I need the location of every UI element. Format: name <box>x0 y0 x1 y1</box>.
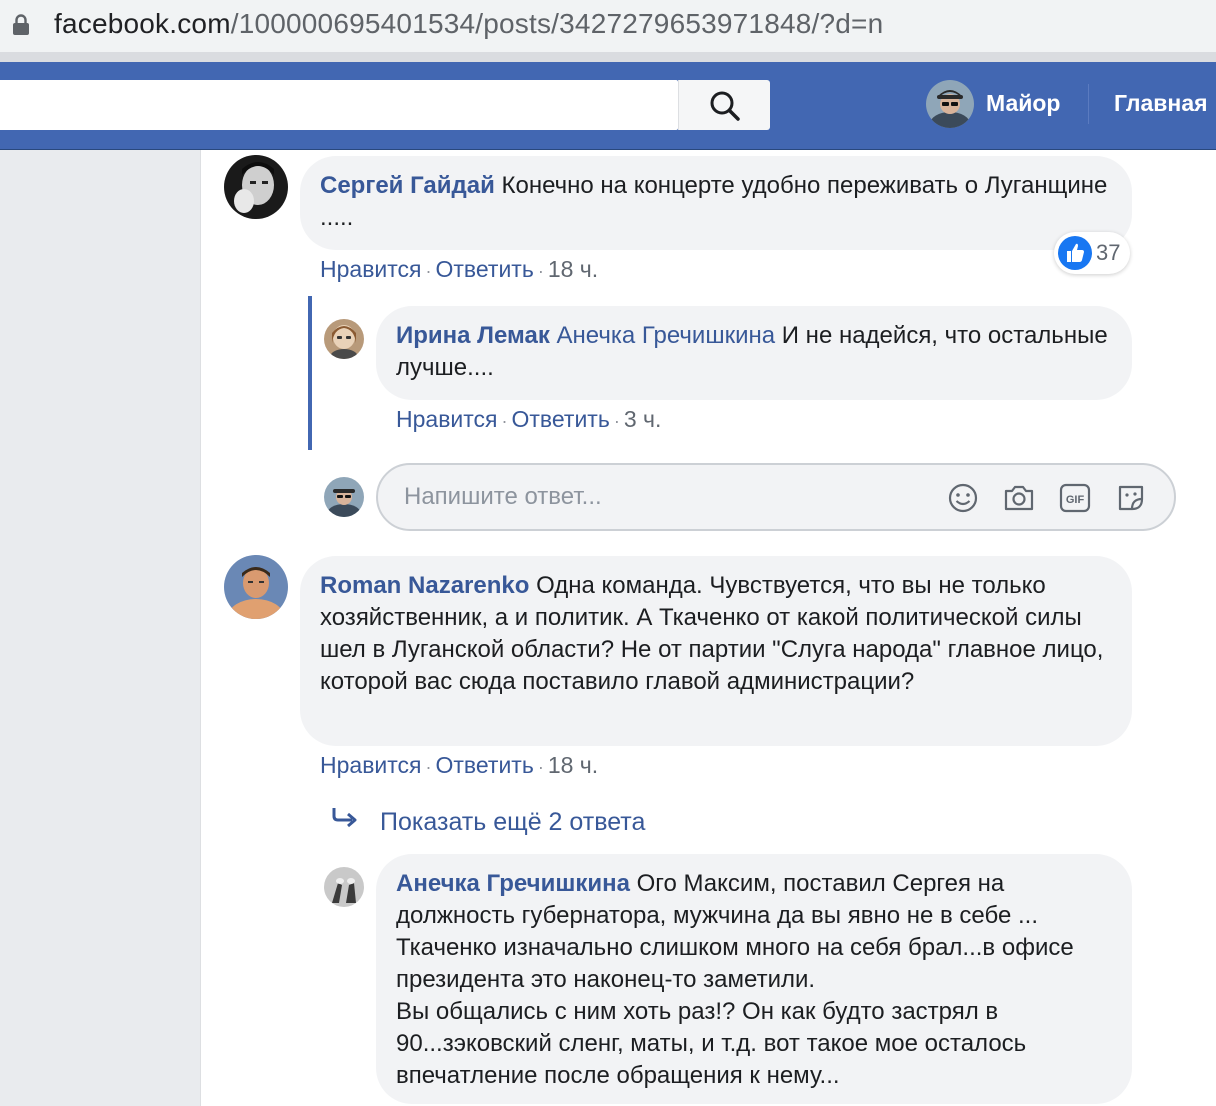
reply-text-continued: Вы общались с ним хоть раз!? Он как будт… <box>396 998 1027 1089</box>
reply-input[interactable]: Напишите ответ... GIF <box>376 463 1176 531</box>
sticker-icon[interactable] <box>1114 481 1148 515</box>
camera-icon[interactable] <box>1002 481 1036 515</box>
reply-link[interactable]: Ответить <box>436 752 534 778</box>
header-user-name[interactable]: Майор <box>986 90 1060 117</box>
reply-mention[interactable]: Анечка Гречишкина <box>557 322 776 349</box>
search-button[interactable] <box>678 80 770 130</box>
left-gutter <box>0 150 200 1106</box>
url-path: /100000695401534/posts/3427279653971848/… <box>230 8 884 39</box>
current-user-avatar <box>324 477 364 517</box>
reply-thread-line <box>308 296 312 450</box>
reply-arrow-icon <box>332 808 357 828</box>
reply-avatar[interactable] <box>324 867 364 907</box>
show-more-replies[interactable]: Показать ещё 2 ответа <box>330 806 645 837</box>
reply-avatar[interactable] <box>324 319 364 359</box>
separator-dot: · <box>537 757 544 777</box>
reply-bubble: Ирина Лемак Анечка Гречишкина И не надей… <box>376 306 1132 400</box>
separator-dot: · <box>501 411 508 431</box>
browser-divider <box>0 52 1216 62</box>
reply-input-placeholder: Напишите ответ... <box>404 483 602 510</box>
like-icon <box>1058 236 1092 270</box>
reply-actions: Нравится · Ответить · 3 ч. <box>396 406 661 433</box>
separator-dot: · <box>537 261 544 281</box>
url-domain: facebook.com <box>54 8 231 39</box>
url-text[interactable]: facebook.com/100000695401534/posts/34272… <box>54 8 883 40</box>
comment-author[interactable]: Сергей Гайдай <box>320 172 495 199</box>
comment-bubble: Roman Nazarenko Одна команда. Чувствуетс… <box>300 556 1132 746</box>
reaction-count-badge[interactable]: 37 <box>1054 232 1130 274</box>
facebook-top-bar: Майор Главная <box>0 62 1216 150</box>
header-separator <box>1088 84 1089 124</box>
like-link[interactable]: Нравится <box>320 752 422 778</box>
like-link[interactable]: Нравится <box>396 406 498 432</box>
reply-link[interactable]: Ответить <box>512 406 610 432</box>
separator-dot: · <box>425 757 432 777</box>
svg-text:GIF: GIF <box>1066 494 1085 506</box>
gif-icon[interactable]: GIF <box>1058 481 1092 515</box>
search-icon <box>710 91 740 121</box>
reply-time[interactable]: 3 ч. <box>624 406 662 432</box>
comment-time[interactable]: 18 ч. <box>548 752 598 778</box>
comment-bubble: Сергей Гайдай Конечно на концерте удобно… <box>300 156 1132 250</box>
reply-link[interactable]: Ответить <box>436 256 534 282</box>
comment-avatar[interactable] <box>224 555 288 619</box>
lock-icon <box>13 14 29 35</box>
reaction-count: 37 <box>1096 240 1121 265</box>
separator-dot: · <box>425 261 432 281</box>
comment-avatar[interactable] <box>224 155 288 219</box>
comment-time[interactable]: 18 ч. <box>548 256 598 282</box>
separator-dot: · <box>613 411 620 431</box>
comment-actions: Нравится · Ответить · 18 ч. <box>320 256 598 283</box>
reply-author[interactable]: Анечка Гречишкина <box>396 870 630 897</box>
comment-author[interactable]: Roman Nazarenko <box>320 572 529 599</box>
header-avatar[interactable] <box>926 80 974 128</box>
like-link[interactable]: Нравится <box>320 256 422 282</box>
browser-address-bar[interactable]: facebook.com/100000695401534/posts/34272… <box>0 0 1216 52</box>
reply-author[interactable]: Ирина Лемак <box>396 322 550 349</box>
reply-bubble: Анечка Гречишкина Ого Максим, поставил С… <box>376 854 1132 1104</box>
emoji-icon[interactable] <box>946 481 980 515</box>
comment-actions: Нравится · Ответить · 18 ч. <box>320 752 598 779</box>
show-more-label: Показать ещё 2 ответа <box>380 808 646 836</box>
search-input[interactable] <box>0 80 678 130</box>
header-home-link[interactable]: Главная <box>1114 90 1208 117</box>
